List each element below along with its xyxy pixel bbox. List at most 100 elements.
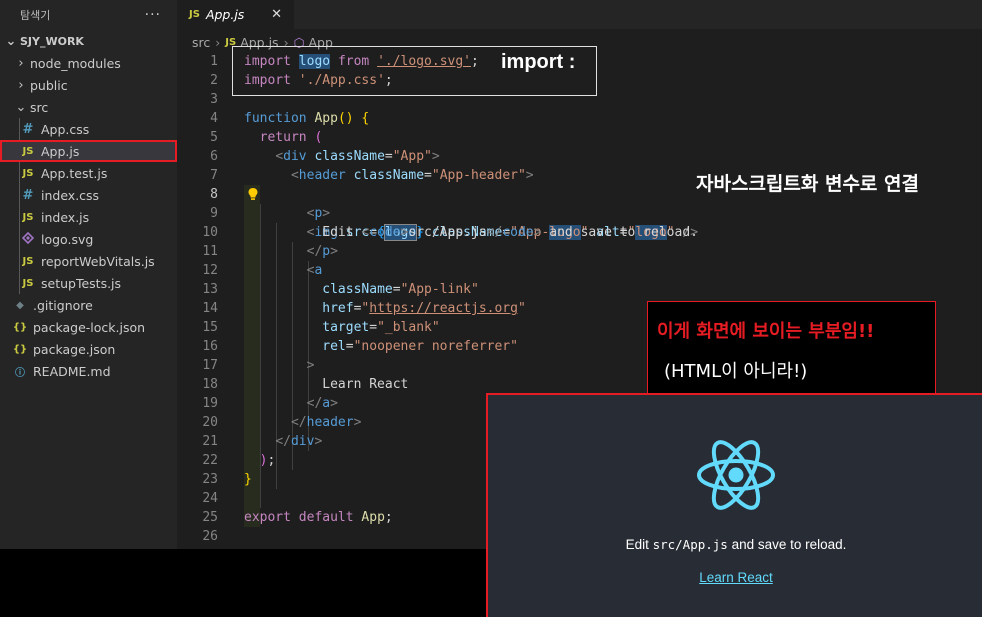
- chevron-down-icon: ⌄: [15, 99, 27, 115]
- sidebar-item-report-web-vitals-js[interactable]: JS reportWebVitals.js: [0, 250, 177, 272]
- line-number: 12: [202, 263, 218, 278]
- code-line: 6 <div className="App">: [177, 147, 982, 166]
- code-line: 10 Edit <code>src/App.js</code> and save…: [177, 223, 982, 242]
- more-actions-icon[interactable]: ···: [145, 7, 161, 23]
- sidebar-item-label: package-lock.json: [33, 319, 146, 335]
- sidebar-item-package-lock-json[interactable]: {} package-lock.json: [0, 316, 177, 338]
- tab-app-js[interactable]: JS App.js ✕: [177, 0, 294, 29]
- preview-text: Edit src/App.js and save to reload.: [488, 537, 982, 552]
- sidebar-item-label: index.js: [41, 209, 90, 225]
- sidebar-item-readme-md[interactable]: ⓘ README.md: [0, 360, 177, 382]
- sidebar-item-label: README.md: [33, 363, 111, 379]
- js-file-icon: JS: [22, 255, 34, 267]
- code-text: <header className="App-header">: [290, 168, 534, 183]
- line-number: 19: [202, 396, 218, 411]
- line-number: 23: [202, 472, 218, 487]
- lightbulb-icon[interactable]: [247, 187, 259, 201]
- code-text: function App() {: [244, 111, 370, 126]
- js-file-icon: JS: [22, 167, 34, 179]
- workspace-root[interactable]: ⌄ SJY_WORK: [0, 30, 177, 52]
- sidebar-item-label: src: [30, 99, 49, 115]
- line-number: 13: [202, 282, 218, 297]
- line-number: 4: [210, 111, 218, 126]
- code-line: 12 <a: [177, 261, 982, 280]
- code-text: );: [259, 453, 276, 468]
- json-file-icon: {}: [12, 321, 28, 333]
- preview-text-start: Edit: [625, 537, 653, 552]
- sidebar-item-label: setupTests.js: [41, 275, 122, 291]
- line-number: 16: [202, 339, 218, 354]
- sidebar-item-label: reportWebVitals.js: [41, 253, 155, 269]
- preview-text-end: and save to reload.: [727, 537, 847, 552]
- code-text: </header>: [290, 415, 362, 430]
- learn-react-link[interactable]: Learn React: [488, 570, 982, 585]
- chevron-right-icon: ›: [18, 55, 24, 71]
- code-text: Learn React: [244, 377, 409, 392]
- sidebar-item-label: .gitignore: [33, 297, 93, 313]
- js-file-icon: JS: [22, 277, 34, 289]
- explorer-header: 탐색기 ···: [0, 0, 177, 29]
- line-number: 25: [202, 510, 218, 525]
- line-number: 9: [210, 206, 218, 221]
- sidebar-item-src[interactable]: ⌄ src: [0, 96, 177, 118]
- chevron-right-icon: ›: [215, 34, 221, 50]
- code-text: rel="noopener noreferrer": [322, 339, 518, 354]
- import-annotation: import :: [501, 51, 576, 73]
- close-icon[interactable]: ✕: [271, 7, 282, 22]
- code-line: 11 </p>: [177, 242, 982, 261]
- sidebar-item-gitignore[interactable]: ◆ .gitignore: [0, 294, 177, 316]
- line-number: 11: [202, 244, 218, 259]
- line-number: 17: [202, 358, 218, 373]
- code-text: href="https://reactjs.org": [322, 301, 526, 316]
- code-text: className="App-link": [322, 282, 479, 297]
- json-file-icon: {}: [12, 343, 28, 355]
- code-text: </div>: [275, 434, 323, 449]
- line-number: 26: [202, 529, 218, 544]
- app-preview: Edit src/App.js and save to reload. Lear…: [486, 393, 982, 617]
- workspace-root-label: SJY_WORK: [20, 34, 84, 48]
- code-text: </p>: [306, 244, 338, 259]
- chevron-down-icon: ⌄: [5, 33, 17, 49]
- code-line: 5 return (: [177, 128, 982, 147]
- screen-annotation-subtitle: (HTML이 아니라!): [664, 361, 808, 382]
- svg-file-icon: [20, 231, 36, 247]
- code-text: target="_blank": [322, 320, 440, 335]
- breadcrumb-folder[interactable]: src: [192, 35, 210, 50]
- src-children: # App.css JS App.js JS App.test.js # ind…: [0, 118, 177, 294]
- line-number: 14: [202, 301, 218, 316]
- sidebar-item-setup-tests-js[interactable]: JS setupTests.js: [0, 272, 177, 294]
- js-file-icon: JS: [189, 9, 200, 20]
- screen-annotation-box: 이게 화면에 보이는 부분임!! (HTML이 아니라!): [647, 301, 936, 398]
- line-number: 10: [202, 225, 218, 240]
- react-logo-icon: [697, 440, 775, 510]
- sidebar-item-app-js[interactable]: JS App.js: [0, 140, 177, 162]
- sidebar-item-node-modules[interactable]: › node_modules: [0, 52, 177, 74]
- line-number: 5: [210, 130, 218, 145]
- line-number: 1: [210, 54, 218, 69]
- tab-bar: JS App.js ✕: [177, 0, 982, 29]
- code-line: 13 className="App-link": [177, 280, 982, 299]
- git-file-icon: ◆: [16, 299, 24, 311]
- sidebar-item-label: public: [30, 77, 68, 93]
- sidebar-item-label: logo.svg: [41, 231, 94, 247]
- js-file-icon: JS: [22, 211, 34, 223]
- code-text: }: [244, 472, 252, 487]
- sidebar-item-app-test-js[interactable]: JS App.test.js: [0, 162, 177, 184]
- variable-annotation: 자바스크립트화 변수로 연결: [696, 173, 919, 195]
- sidebar-item-app-css[interactable]: # App.css: [0, 118, 177, 140]
- line-number: 8: [210, 187, 218, 202]
- sidebar-item-public[interactable]: › public: [0, 74, 177, 96]
- code-line: 9 <p>: [177, 204, 982, 223]
- sidebar-item-index-css[interactable]: # index.css: [0, 184, 177, 206]
- line-number: 2: [210, 73, 218, 88]
- sidebar-item-logo-svg[interactable]: logo.svg: [0, 228, 177, 250]
- code-text: <p>: [306, 206, 331, 221]
- line-number: 15: [202, 320, 218, 335]
- js-file-icon: JS: [22, 145, 34, 157]
- code-text: </a>: [306, 396, 338, 411]
- sidebar-item-index-js[interactable]: JS index.js: [0, 206, 177, 228]
- sidebar-item-label: App.css: [41, 121, 90, 137]
- line-number: 20: [202, 415, 218, 430]
- sidebar-item-package-json[interactable]: {} package.json: [0, 338, 177, 360]
- code-line: 4 function App() {: [177, 109, 982, 128]
